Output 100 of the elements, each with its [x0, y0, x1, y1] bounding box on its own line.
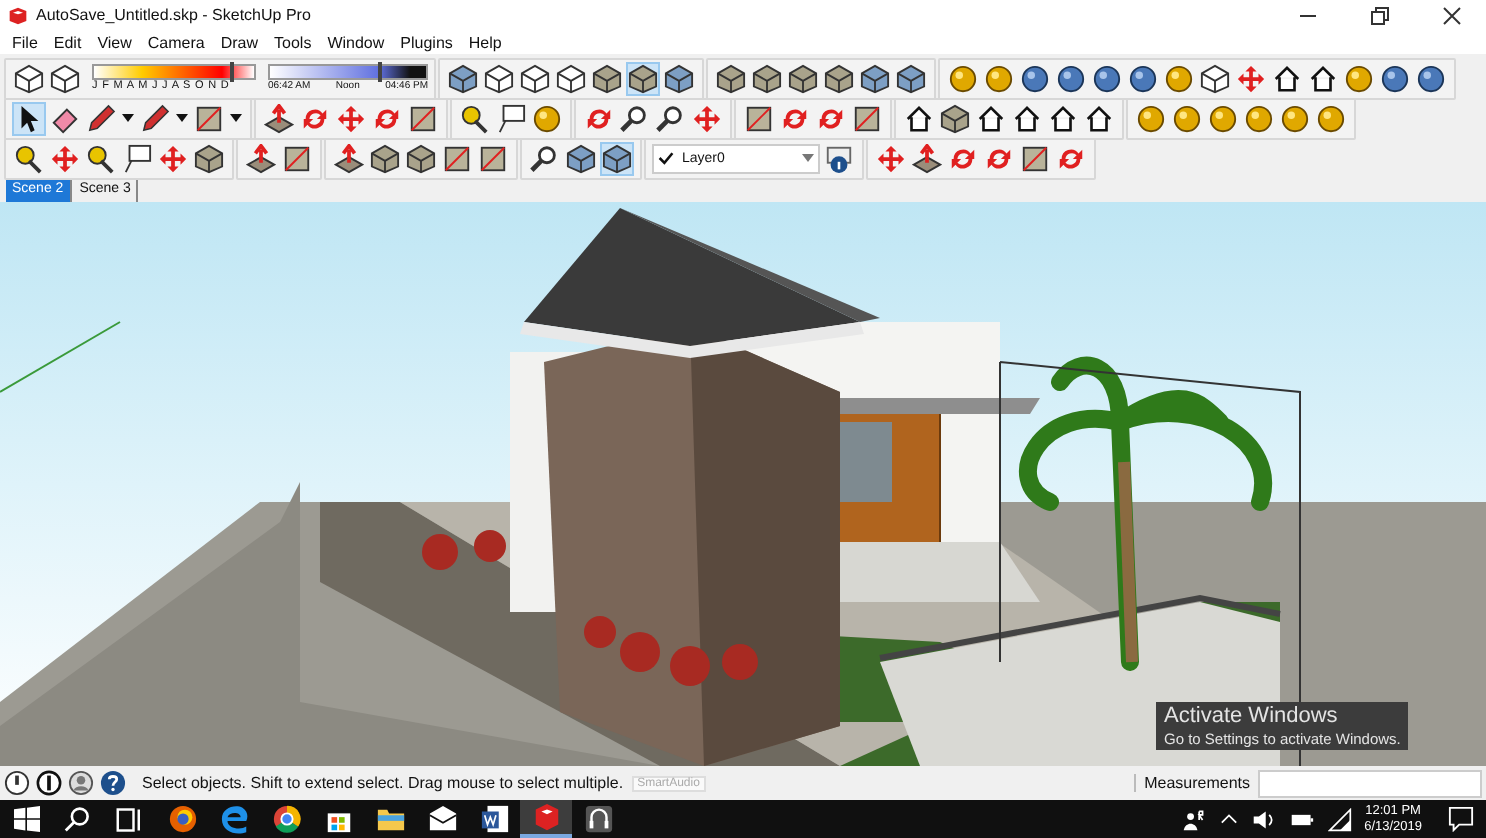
- toolbar-button[interactable]: [894, 61, 928, 95]
- toolbar-button[interactable]: [48, 61, 82, 95]
- toolbar-button[interactable]: [1162, 61, 1196, 95]
- magnifier-icon: [656, 103, 686, 133]
- cube-icon: [860, 63, 890, 93]
- toolbar-button[interactable]: [494, 101, 528, 135]
- toolbar-button[interactable]: [1054, 61, 1088, 95]
- menu-item[interactable]: Plugins: [394, 33, 459, 51]
- menu-item[interactable]: Camera: [141, 33, 211, 51]
- toolbar-button[interactable]: [1270, 61, 1304, 95]
- toolbar-button[interactable]: [192, 101, 226, 135]
- toolbar-button[interactable]: [1170, 101, 1204, 135]
- toolbar-button[interactable]: [902, 101, 936, 135]
- wifi-icon: [1328, 807, 1353, 831]
- cube-icon: [824, 63, 854, 93]
- toolbar-button[interactable]: [1306, 61, 1340, 95]
- toolbar-button[interactable]: [750, 61, 784, 95]
- cube-icon: [566, 143, 596, 173]
- menu-item[interactable]: Window: [321, 33, 391, 51]
- toolbar-button[interactable]: [982, 61, 1016, 95]
- toolbar-button[interactable]: [1206, 101, 1240, 135]
- toolbar-button[interactable]: [974, 101, 1008, 135]
- toolbar-button[interactable]: [1314, 101, 1348, 135]
- toolbar-button[interactable]: [1378, 61, 1412, 95]
- menu-item[interactable]: File: [6, 33, 44, 51]
- toolbar-button[interactable]: [654, 101, 688, 135]
- toolbar-button[interactable]: [714, 61, 748, 95]
- push-pull-icon: [334, 143, 364, 173]
- toolbar-button[interactable]: [1046, 101, 1080, 135]
- toolbar-button[interactable]: [938, 101, 972, 135]
- cube-icon: [194, 143, 224, 173]
- toolbar-button[interactable]: [850, 101, 884, 135]
- slider-thumb[interactable]: [377, 62, 382, 82]
- toolbar-button[interactable]: [822, 141, 856, 175]
- toolbar-button[interactable]: [530, 101, 564, 135]
- magnifier-icon: [530, 143, 560, 173]
- caret-icon: [802, 153, 814, 161]
- toolbar-button[interactable]: [590, 61, 624, 95]
- toolbar-button[interactable]: [404, 141, 438, 175]
- toolbar-button[interactable]: [600, 141, 634, 175]
- ball-icon: [1280, 103, 1310, 133]
- menu-item[interactable]: Tools: [268, 33, 318, 51]
- eraser-icon: [50, 103, 80, 133]
- push-pull-icon: [246, 143, 276, 173]
- toolbar-button[interactable]: [1198, 61, 1232, 95]
- cube-icon: [940, 103, 970, 133]
- toolbar-button[interactable]: [192, 141, 226, 175]
- toolbar-button[interactable]: [626, 61, 660, 95]
- toolbar-button[interactable]: [618, 101, 652, 135]
- toolbar-button[interactable]: [1010, 101, 1044, 135]
- toolbar-button[interactable]: [946, 61, 980, 95]
- toolbar-button[interactable]: [1126, 61, 1160, 95]
- toolbar-button[interactable]: [858, 61, 892, 95]
- toolbar-button[interactable]: [1134, 101, 1168, 135]
- menu-item[interactable]: View: [91, 33, 138, 51]
- house-icon: [976, 103, 1006, 133]
- caret-icon: [122, 114, 134, 122]
- toolbar-button[interactable]: [1018, 141, 1052, 175]
- ball-icon: [1208, 103, 1238, 133]
- toolbar-button[interactable]: [1082, 101, 1116, 135]
- toolbar-button[interactable]: [262, 101, 296, 135]
- toolbar-button[interactable]: [446, 61, 480, 95]
- toolbar-button[interactable]: [244, 141, 278, 175]
- measurements-field[interactable]: [1258, 769, 1482, 797]
- toolbar-button[interactable]: [368, 141, 402, 175]
- toolbar-button[interactable]: [1414, 61, 1448, 95]
- menu-item[interactable]: Draw: [214, 33, 265, 51]
- toolbar-button[interactable]: [440, 141, 474, 175]
- toolbar-button[interactable]: [662, 61, 696, 95]
- toolbar-button[interactable]: [1342, 61, 1376, 95]
- toolbar-button[interactable]: [12, 61, 46, 95]
- toolbar-button[interactable]: [1278, 101, 1312, 135]
- toolbar-button[interactable]: [1242, 101, 1276, 135]
- cube-icon: [448, 63, 478, 93]
- menu-item[interactable]: Help: [462, 33, 508, 51]
- house-icon: [1048, 103, 1078, 133]
- toolbar-button[interactable]: [1018, 61, 1052, 95]
- house-icon: [904, 103, 934, 133]
- cross-arrows-icon: [50, 143, 80, 173]
- toolbar-button[interactable]: [476, 141, 510, 175]
- toolbar-button[interactable]: [554, 61, 588, 95]
- toolbar-button[interactable]: [564, 141, 598, 175]
- toolbar-button[interactable]: [528, 141, 562, 175]
- cube-icon: [14, 63, 44, 93]
- toolbar-button[interactable]: [280, 141, 314, 175]
- toolbar-button[interactable]: [406, 101, 440, 135]
- toolbar-button[interactable]: [482, 61, 516, 95]
- toolbar-button[interactable]: [822, 61, 856, 95]
- toolbar-button[interactable]: [910, 141, 944, 175]
- toolbar-button[interactable]: [120, 141, 154, 175]
- toolbar-button[interactable]: [332, 141, 366, 175]
- chevron-up-icon: [1220, 810, 1239, 828]
- square-icon: [282, 143, 312, 173]
- toolbar-button[interactable]: [742, 101, 776, 135]
- cube-icon: [716, 63, 746, 93]
- caret-icon: [230, 114, 242, 122]
- toolbar-button[interactable]: [786, 61, 820, 95]
- toolbar-button[interactable]: [518, 61, 552, 95]
- toolbar-button[interactable]: [1090, 61, 1124, 95]
- menu-item[interactable]: Edit: [47, 33, 88, 51]
